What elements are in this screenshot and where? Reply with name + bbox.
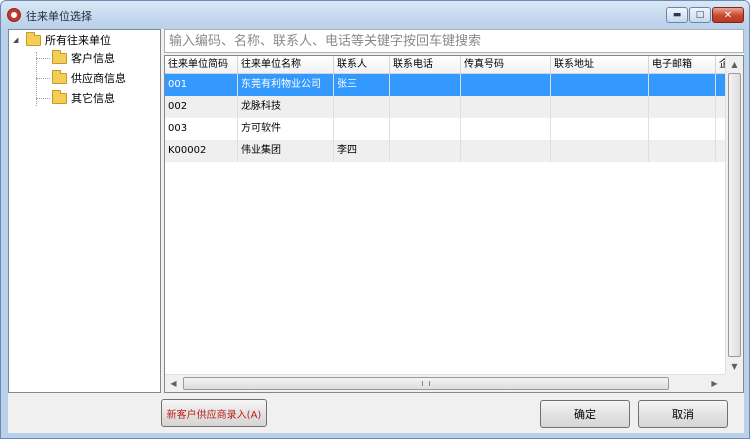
app-icon <box>7 8 21 22</box>
table-row[interactable]: 002 龙脉科技 <box>165 96 725 118</box>
new-customer-supplier-button[interactable]: 新客户供应商录入(A) <box>161 399 267 427</box>
table-cell <box>390 140 461 162</box>
table-body: 001 东莞有利物业公司 张三 002 龙脉科技 003 方可软件 K00002… <box>165 74 725 162</box>
dialog-client: ◢ 所有往来单位 客户信息 供应商信息 其它信息 输入编码、名称、联系人、电话等… <box>8 29 744 433</box>
ok-button[interactable]: 确定 <box>540 400 630 428</box>
tree-connector <box>36 58 50 59</box>
table-cell <box>649 96 716 118</box>
tree-node-label: 所有往来单位 <box>45 34 111 47</box>
scroll-up-icon[interactable]: ▲ <box>726 56 743 73</box>
table-cell: 张三 <box>334 74 390 96</box>
cancel-button[interactable]: 取消 <box>638 400 728 428</box>
table-cell: 方可软件 <box>238 118 334 140</box>
table-cell <box>716 140 725 162</box>
column-header-address[interactable]: 联系地址 <box>551 56 649 74</box>
column-header-email[interactable]: 电子邮箱 <box>649 56 716 74</box>
table-cell <box>551 96 649 118</box>
tree-node-label: 客户信息 <box>71 52 115 65</box>
horizontal-scroll-thumb[interactable] <box>183 377 669 390</box>
scroll-left-icon[interactable]: ◀ <box>165 375 182 392</box>
table-cell <box>716 96 725 118</box>
grip-icon <box>422 381 430 386</box>
table-row[interactable]: K00002 伟业集团 李四 <box>165 140 725 162</box>
table-cell <box>551 140 649 162</box>
tree-node-others[interactable]: 其它信息 <box>52 89 115 107</box>
search-input[interactable] <box>164 29 744 53</box>
table-cell: 伟业集团 <box>238 140 334 162</box>
table-cell: 003 <box>165 118 238 140</box>
category-tree: ◢ 所有往来单位 客户信息 供应商信息 其它信息 <box>8 29 161 393</box>
table-cell <box>390 118 461 140</box>
table-cell <box>334 96 390 118</box>
table-cell <box>649 140 716 162</box>
tree-node-all[interactable]: ◢ 所有往来单位 <box>13 31 111 49</box>
table-cell <box>461 140 551 162</box>
vertical-scrollbar[interactable]: ▲ ▼ <box>725 56 743 375</box>
dialog-window: 往来单位选择 ▬ □ ✕ ◢ 所有往来单位 客户信息 供应商信息 其它信息 输入… <box>0 0 750 439</box>
tree-node-label: 供应商信息 <box>71 72 126 85</box>
window-title: 往来单位选择 <box>26 10 92 23</box>
table-cell <box>649 118 716 140</box>
tree-node-label: 其它信息 <box>71 92 115 105</box>
column-header-contact[interactable]: 联系人 <box>334 56 390 74</box>
scroll-down-icon[interactable]: ▼ <box>726 358 743 375</box>
folder-icon <box>52 89 67 104</box>
column-header-fax[interactable]: 传真号码 <box>461 56 551 74</box>
tree-node-customers[interactable]: 客户信息 <box>52 49 115 67</box>
maximize-button[interactable]: □ <box>689 7 711 23</box>
table-header: 往来单位简码 往来单位名称 联系人 联系电话 传真号码 联系地址 电子邮箱 企 <box>165 56 725 74</box>
close-button[interactable]: ✕ <box>712 7 744 23</box>
folder-icon <box>52 69 67 84</box>
table-cell <box>461 118 551 140</box>
table-cell <box>716 118 725 140</box>
tree-connector <box>36 98 50 99</box>
column-header-partial[interactable]: 企 <box>716 56 725 74</box>
company-table: 往来单位简码 往来单位名称 联系人 联系电话 传真号码 联系地址 电子邮箱 企 … <box>164 55 744 393</box>
column-header-phone[interactable]: 联系电话 <box>390 56 461 74</box>
table-cell <box>551 118 649 140</box>
table-cell: 001 <box>165 74 238 96</box>
scroll-right-icon[interactable]: ▶ <box>706 375 723 392</box>
table-cell: 李四 <box>334 140 390 162</box>
table-row[interactable]: 001 东莞有利物业公司 张三 <box>165 74 725 96</box>
minimize-button[interactable]: ▬ <box>666 7 688 23</box>
collapse-icon[interactable]: ◢ <box>13 36 22 44</box>
table-cell: 002 <box>165 96 238 118</box>
tree-node-suppliers[interactable]: 供应商信息 <box>52 69 126 87</box>
table-cell <box>716 74 725 96</box>
table-cell <box>461 96 551 118</box>
table-cell: 龙脉科技 <box>238 96 334 118</box>
table-cell <box>551 74 649 96</box>
folder-icon <box>52 49 67 64</box>
horizontal-scrollbar[interactable]: ◀ ▶ <box>165 374 725 392</box>
table-cell <box>334 118 390 140</box>
tree-connector <box>36 78 50 79</box>
table-cell <box>390 74 461 96</box>
table-cell: K00002 <box>165 140 238 162</box>
table-row[interactable]: 003 方可软件 <box>165 118 725 140</box>
vertical-scroll-thumb[interactable] <box>728 73 741 357</box>
title-bar[interactable]: 往来单位选择 ▬ □ ✕ <box>1 1 749 29</box>
table-cell <box>461 74 551 96</box>
table-cell <box>649 74 716 96</box>
column-header-code[interactable]: 往来单位简码 <box>165 56 238 74</box>
scrollbar-corner <box>725 374 743 392</box>
column-header-name[interactable]: 往来单位名称 <box>238 56 334 74</box>
folder-icon <box>26 31 41 46</box>
table-cell <box>390 96 461 118</box>
table-cell: 东莞有利物业公司 <box>238 74 334 96</box>
